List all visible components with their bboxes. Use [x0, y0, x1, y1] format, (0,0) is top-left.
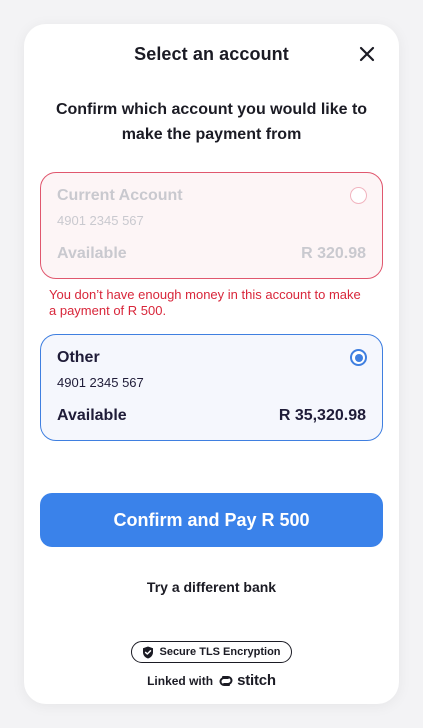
account-select-modal: Select an account Confirm which account …: [24, 24, 399, 704]
confirm-pay-button[interactable]: Confirm and Pay R 500: [40, 493, 383, 547]
account-option-current[interactable]: Current Account 4901 2345 567 Available …: [40, 172, 383, 279]
try-different-bank-link[interactable]: Try a different bank: [24, 579, 399, 595]
close-icon: [359, 46, 375, 62]
available-label: Available: [57, 407, 127, 424]
security-badge: Secure TLS Encryption: [131, 641, 292, 663]
account-radio-unselected[interactable]: [350, 187, 367, 204]
insufficient-funds-error: You don’t have enough money in this acco…: [49, 287, 361, 318]
close-button[interactable]: [355, 42, 379, 66]
account-name: Current Account: [57, 187, 183, 204]
account-name: Other: [57, 349, 100, 366]
security-badge-label: Secure TLS Encryption: [159, 646, 281, 658]
modal-title: Select an account: [134, 43, 289, 64]
shield-check-icon: [143, 646, 154, 658]
available-balance: R 320.98: [301, 245, 366, 262]
account-number: 4901 2345 567: [57, 375, 144, 390]
brand-name: stitch: [237, 672, 276, 689]
stitch-logo-icon: [219, 675, 233, 686]
account-option-other[interactable]: Other 4901 2345 567 Available R 35,320.9…: [40, 334, 383, 441]
instruction-text: Confirm which account you would like to …: [55, 101, 368, 143]
available-balance: R 35,320.98: [278, 407, 366, 424]
account-number: 4901 2345 567: [57, 213, 144, 228]
linked-with-footer: Linked with stitch: [24, 672, 399, 689]
modal-header: Select an account: [24, 24, 399, 84]
linked-with-label: Linked with: [147, 673, 214, 688]
stitch-brand: stitch: [218, 672, 276, 689]
account-radio-selected[interactable]: [350, 349, 367, 366]
available-label: Available: [57, 245, 127, 262]
